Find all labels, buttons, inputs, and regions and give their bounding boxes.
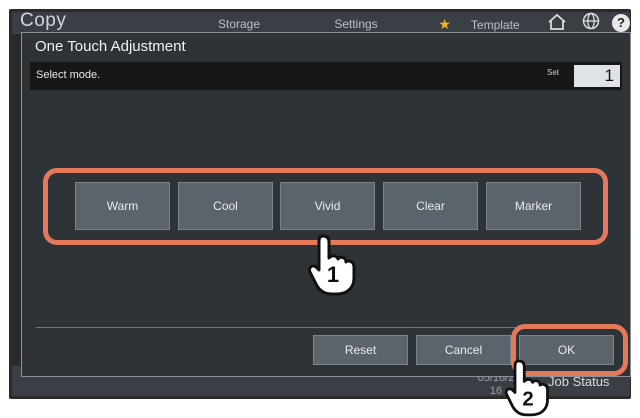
tab-settings[interactable]: Settings (300, 14, 412, 34)
reset-button[interactable]: Reset (313, 335, 408, 365)
home-icon[interactable] (546, 12, 568, 34)
set-value-field[interactable]: 1 (574, 65, 620, 87)
tab-storage[interactable]: Storage (190, 14, 288, 34)
star-icon: ★ (438, 16, 451, 32)
step-1-label: 1 (327, 262, 339, 287)
select-mode-label: Select mode. (36, 69, 101, 81)
set-label: Set (547, 68, 560, 77)
globe-icon[interactable] (580, 12, 602, 34)
cancel-button[interactable]: Cancel (416, 335, 511, 365)
hand-pointer-icon: 2 (504, 359, 549, 417)
tab-template[interactable]: ★ Template (418, 14, 540, 34)
one-touch-adjustment-dialog: One Touch Adjustment Select mode. Set 1 … (21, 32, 631, 377)
dialog-title: One Touch Adjustment (35, 38, 186, 55)
help-icon[interactable]: ? (612, 14, 630, 32)
tab-template-label: Template (470, 18, 520, 32)
mode-bar: Select mode. Set 1 (30, 62, 622, 90)
hand-pointer-icon: 1 (308, 234, 356, 296)
step-2-label: 2 (522, 389, 533, 411)
app-title: Copy (20, 10, 67, 31)
